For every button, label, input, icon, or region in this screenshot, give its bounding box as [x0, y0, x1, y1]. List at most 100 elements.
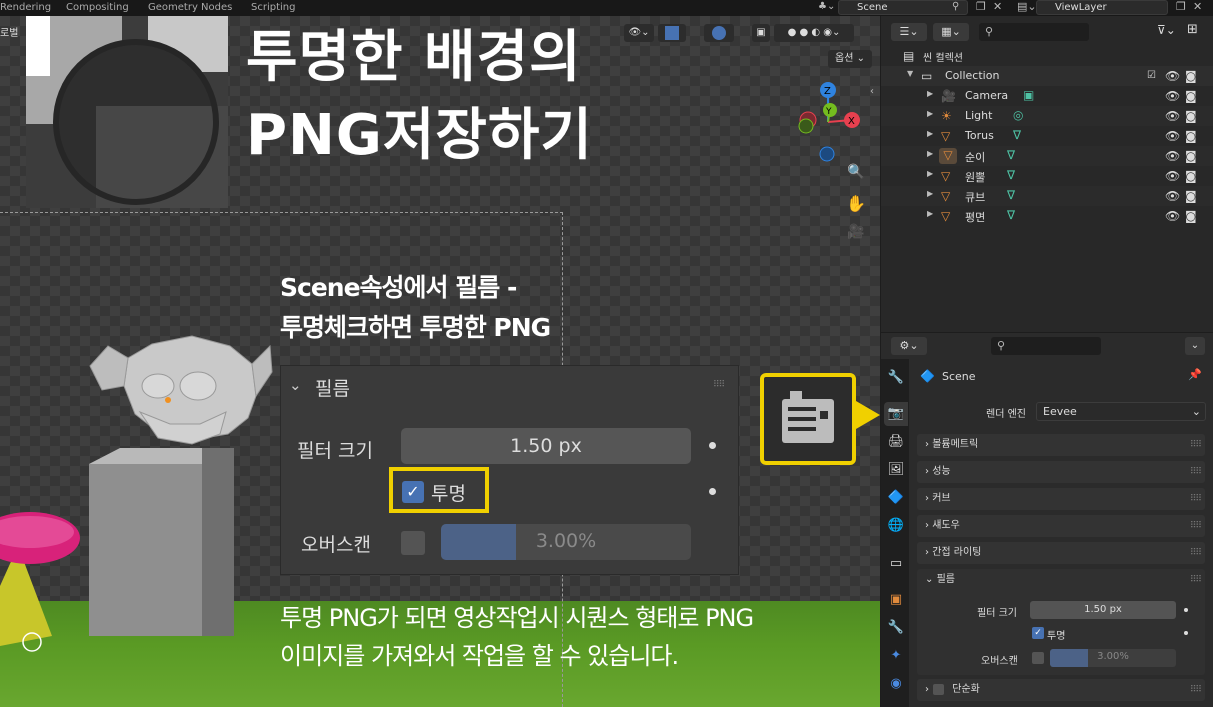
outliner-item[interactable]: ▶ ▽ 순이 ∇ 👁 ◙ [881, 146, 1213, 166]
render-camera-icon[interactable]: ◙ [1185, 109, 1197, 123]
expand-icon[interactable]: ▶ [927, 169, 933, 178]
options-dropdown[interactable]: 옵션 ⌄ [828, 50, 872, 68]
expand-icon[interactable]: ▼ [907, 69, 913, 78]
keyframe-dot-icon[interactable] [1184, 608, 1188, 612]
zoom-filter-size-field[interactable]: 1.50 px [401, 428, 691, 464]
expand-icon[interactable]: ▶ [927, 149, 933, 158]
eye-icon[interactable]: 👁 [1165, 189, 1180, 203]
pan-hand-icon[interactable]: ✋ [844, 194, 868, 218]
zoom-overscan-checkbox[interactable] [401, 531, 425, 555]
drag-handle-icon[interactable]: ⠿⠿ [1190, 515, 1202, 537]
world-tab-icon[interactable]: 🌐 [884, 514, 908, 538]
viewlayer-icon[interactable]: ▤⌄ [1017, 0, 1037, 13]
expand-icon[interactable]: ▶ [927, 89, 933, 98]
section-shadows[interactable]: › 섀도우 ⠿⠿ [917, 515, 1205, 537]
particles-tab-icon[interactable]: ✦ [884, 644, 908, 668]
overlay-toggle[interactable] [704, 24, 734, 42]
drag-handle-icon[interactable]: ⠿⠿ [1190, 542, 1202, 564]
expand-icon[interactable]: ▶ [927, 209, 933, 218]
filter-size-field[interactable]: 1.50 px [1030, 601, 1176, 619]
outliner-item[interactable]: ▶ ▽ 원뿔 ∇ 👁 ◙ [881, 166, 1213, 186]
tab-scripting[interactable]: Scripting [251, 2, 295, 13]
tab-geometry-nodes[interactable]: Geometry Nodes [148, 2, 232, 13]
outliner-search-input[interactable]: ⚲ [979, 23, 1089, 41]
eye-icon[interactable]: 👁 [1165, 89, 1180, 103]
section-volumetrics[interactable]: › 볼륨메트릭 ⠿⠿ [917, 434, 1205, 456]
close-icon[interactable]: ✕ [993, 0, 1002, 13]
viewlayer-selector[interactable]: ViewLayer [1036, 0, 1168, 15]
physics-tab-icon[interactable]: ◉ [884, 672, 908, 696]
render-tab-icon[interactable]: 📷 [884, 402, 908, 426]
film-section-header[interactable]: ⌄ 필름 ⠿⠿ [917, 569, 1205, 591]
zoom-overscan-slider[interactable]: 3.00% [441, 524, 691, 560]
drag-handle-icon[interactable]: ⠿⠿ [1190, 434, 1202, 456]
drag-handle-icon[interactable]: ⠿⠿ [713, 380, 725, 390]
tool-tab-icon[interactable]: 🔧 [884, 366, 908, 390]
drag-handle-icon[interactable]: ⠿⠿ [1190, 569, 1202, 591]
xray-toggle[interactable]: ▣ [752, 24, 770, 42]
keyframe-dot-icon[interactable] [709, 488, 716, 495]
tab-compositing[interactable]: Compositing [66, 2, 129, 13]
expand-icon[interactable]: ▶ [927, 129, 933, 138]
modifier-tab-icon[interactable]: 🔧 [884, 616, 908, 640]
outliner-item[interactable]: ▶ ▽ 평면 ∇ 👁 ◙ [881, 206, 1213, 226]
output-tab-icon[interactable]: 🖨 [884, 430, 908, 454]
eye-icon[interactable]: 👁 [1165, 209, 1180, 223]
navigation-gizmo[interactable]: Z X Y [790, 78, 870, 168]
scene-icon[interactable]: ♣⌄ [818, 1, 835, 12]
tab-rendering[interactable]: Rendering [0, 2, 51, 13]
new-viewlayer-icon[interactable]: ❐ [1176, 0, 1186, 13]
section-curves[interactable]: › 커브 ⠿⠿ [917, 488, 1205, 510]
eye-icon[interactable]: 👁 [1165, 109, 1180, 123]
keyframe-dot-icon[interactable] [709, 442, 716, 449]
object-tab-icon[interactable]: ▣ [884, 588, 908, 612]
chevron-down-icon[interactable]: ⌄ [289, 376, 302, 394]
overscan-slider[interactable]: 3.00% [1050, 649, 1176, 667]
editor-type-dropdown[interactable]: ☰⌄ [891, 23, 927, 41]
simplify-checkbox[interactable] [933, 684, 944, 695]
transparent-checkbox[interactable]: ✓ [1032, 627, 1044, 639]
outliner-item[interactable]: ▶ ▽ 큐브 ∇ 👁 ◙ [881, 186, 1213, 206]
3d-viewport[interactable]: 로벌 👁⌄ ▣ ● ● ◐ ◉⌄ 옵션 ⌄ ‹ Z X Y 🔍 ✋ 🎥 투명한 … [0, 16, 880, 707]
render-camera-icon[interactable]: ◙ [1185, 129, 1197, 143]
zoom-icon[interactable]: 🔍 [844, 164, 868, 188]
render-engine-dropdown[interactable]: Eevee ⌄ [1036, 402, 1206, 421]
view-layer-tab-icon[interactable]: 🖼 [884, 458, 908, 482]
scene-collection-row[interactable]: ▤ 씬 컬렉션 [881, 46, 1213, 66]
close-viewlayer-icon[interactable]: ✕ [1193, 0, 1202, 13]
eye-icon[interactable]: 👁 [1165, 149, 1180, 163]
drag-handle-icon[interactable]: ⠿⠿ [1190, 461, 1202, 483]
render-camera-icon[interactable]: ◙ [1185, 209, 1197, 223]
expand-icon[interactable]: ▶ [927, 109, 933, 118]
display-mode-dropdown[interactable]: ▦⌄ [933, 23, 969, 41]
render-camera-icon[interactable]: ◙ [1185, 69, 1197, 83]
checkbox-icon[interactable]: ☑ [1147, 69, 1156, 83]
chevron-down-icon[interactable]: ⌄ [1185, 337, 1205, 355]
keyframe-dot-icon[interactable] [1184, 631, 1188, 635]
filter-icon[interactable]: ⊽⌄ [1157, 23, 1176, 37]
editor-type-dropdown[interactable]: ⚙⌄ [891, 337, 927, 355]
drag-handle-icon[interactable]: ⠿⠿ [1190, 488, 1202, 510]
eye-icon[interactable]: 👁 [1165, 169, 1180, 183]
scene-tab-icon[interactable]: 🔷 [884, 486, 908, 510]
section-simplify[interactable]: › 단순화 ⠿⠿ [917, 679, 1205, 701]
eye-icon[interactable]: 👁 [1165, 129, 1180, 143]
visibility-dropdown[interactable]: 👁⌄ [624, 24, 654, 42]
render-camera-icon[interactable]: ◙ [1185, 169, 1197, 183]
zoom-transparent-checkbox[interactable]: ✓ [402, 481, 424, 503]
scene-selector[interactable]: Scene [838, 0, 968, 15]
zoom-film-header[interactable]: 필름 [315, 374, 350, 401]
new-scene-icon[interactable]: ❐ [976, 0, 986, 13]
outliner-item[interactable]: ▶ ▽ Torus ∇ 👁 ◙ [881, 126, 1213, 146]
pin-icon[interactable]: ⚲ [952, 1, 959, 12]
collection-row[interactable]: ▼ ▭ Collection ☑ 👁 ◙ [881, 66, 1213, 86]
expand-icon[interactable]: ▶ [927, 189, 933, 198]
new-collection-icon[interactable]: ⊞ [1187, 22, 1198, 37]
render-camera-icon[interactable]: ◙ [1185, 89, 1197, 103]
render-camera-icon[interactable]: ◙ [1185, 189, 1197, 203]
eye-icon[interactable]: 👁 [1165, 69, 1180, 83]
gizmo-toggle[interactable] [658, 24, 686, 42]
shading-modes[interactable]: ● ● ◐ ◉⌄ [774, 24, 854, 42]
overscan-checkbox[interactable] [1032, 652, 1044, 664]
outliner-item[interactable]: ▶ 🎥 Camera ▣ 👁 ◙ [881, 86, 1213, 106]
